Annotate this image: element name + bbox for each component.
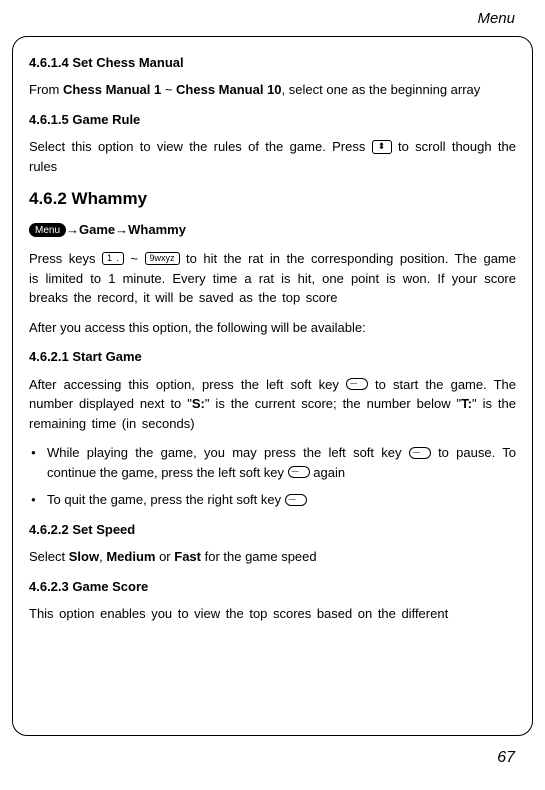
menu-badge-icon: Menu bbox=[29, 223, 66, 237]
text: From bbox=[29, 82, 63, 97]
paragraph: After accessing this option, press the l… bbox=[29, 375, 516, 434]
text: Press keys bbox=[29, 251, 102, 266]
text: ~ bbox=[161, 82, 176, 97]
paragraph: After you access this option, the follow… bbox=[29, 318, 516, 338]
heading-4621: 4.6.2.1 Start Game bbox=[29, 347, 516, 367]
text: While playing the game, you may press th… bbox=[47, 445, 409, 460]
bullet-list: While playing the game, you may press th… bbox=[29, 443, 516, 510]
text: , select one as the beginning array bbox=[282, 82, 481, 97]
breadcrumb-item: Whammy bbox=[128, 222, 186, 237]
heading-4614: 4.6.1.4 Set Chess Manual bbox=[29, 53, 516, 73]
breadcrumb-item: Game bbox=[79, 222, 115, 237]
heading-4615: 4.6.1.5 Game Rule bbox=[29, 110, 516, 130]
heading-4623: 4.6.2.3 Game Score bbox=[29, 577, 516, 597]
text: for the game speed bbox=[201, 549, 317, 564]
left-softkey-icon bbox=[346, 378, 368, 390]
breadcrumb: Menu→Game→Whammy bbox=[29, 220, 516, 240]
heading-462: 4.6.2 Whammy bbox=[29, 186, 516, 212]
paragraph: Select this option to view the rules of … bbox=[29, 137, 516, 176]
paragraph: Select Slow, Medium or Fast for the game… bbox=[29, 547, 516, 567]
page-number: 67 bbox=[0, 736, 545, 770]
text: To quit the game, press the right soft k… bbox=[47, 492, 285, 507]
arrow-icon: → bbox=[66, 222, 79, 237]
right-softkey-icon bbox=[285, 494, 307, 506]
text-bold: Chess Manual 1 bbox=[63, 82, 161, 97]
text-bold: Fast bbox=[174, 549, 201, 564]
text: Select this option to view the rules of … bbox=[29, 139, 372, 154]
content-container: 4.6.1.4 Set Chess Manual From Chess Manu… bbox=[12, 36, 533, 736]
text-bold: Chess Manual 10 bbox=[176, 82, 282, 97]
list-item: To quit the game, press the right soft k… bbox=[47, 490, 516, 510]
paragraph: From Chess Manual 1 ~ Chess Manual 10, s… bbox=[29, 80, 516, 100]
arrow-icon: → bbox=[115, 222, 128, 237]
key-1-icon: 1 . bbox=[102, 252, 124, 265]
paragraph: This option enables you to view the top … bbox=[29, 604, 516, 624]
key-9-icon: 9wxyz bbox=[145, 252, 180, 265]
nav-key-icon bbox=[372, 140, 392, 154]
text-bold: S: bbox=[192, 396, 205, 411]
text-bold: Slow bbox=[69, 549, 99, 564]
list-item: While playing the game, you may press th… bbox=[47, 443, 516, 482]
text: or bbox=[155, 549, 174, 564]
text: again bbox=[310, 465, 345, 480]
paragraph: Press keys 1 . ~ 9wxyz to hit the rat in… bbox=[29, 249, 516, 308]
text: Select bbox=[29, 549, 69, 564]
text: After accessing this option, press the l… bbox=[29, 377, 346, 392]
left-softkey-icon bbox=[409, 447, 431, 459]
page-header: Menu bbox=[0, 0, 545, 36]
text: " is the current score; the number below… bbox=[205, 396, 461, 411]
left-softkey-icon bbox=[288, 466, 310, 478]
text-bold: Medium bbox=[106, 549, 155, 564]
text-bold: T: bbox=[461, 396, 472, 411]
text: ~ bbox=[124, 251, 145, 266]
heading-4622: 4.6.2.2 Set Speed bbox=[29, 520, 516, 540]
